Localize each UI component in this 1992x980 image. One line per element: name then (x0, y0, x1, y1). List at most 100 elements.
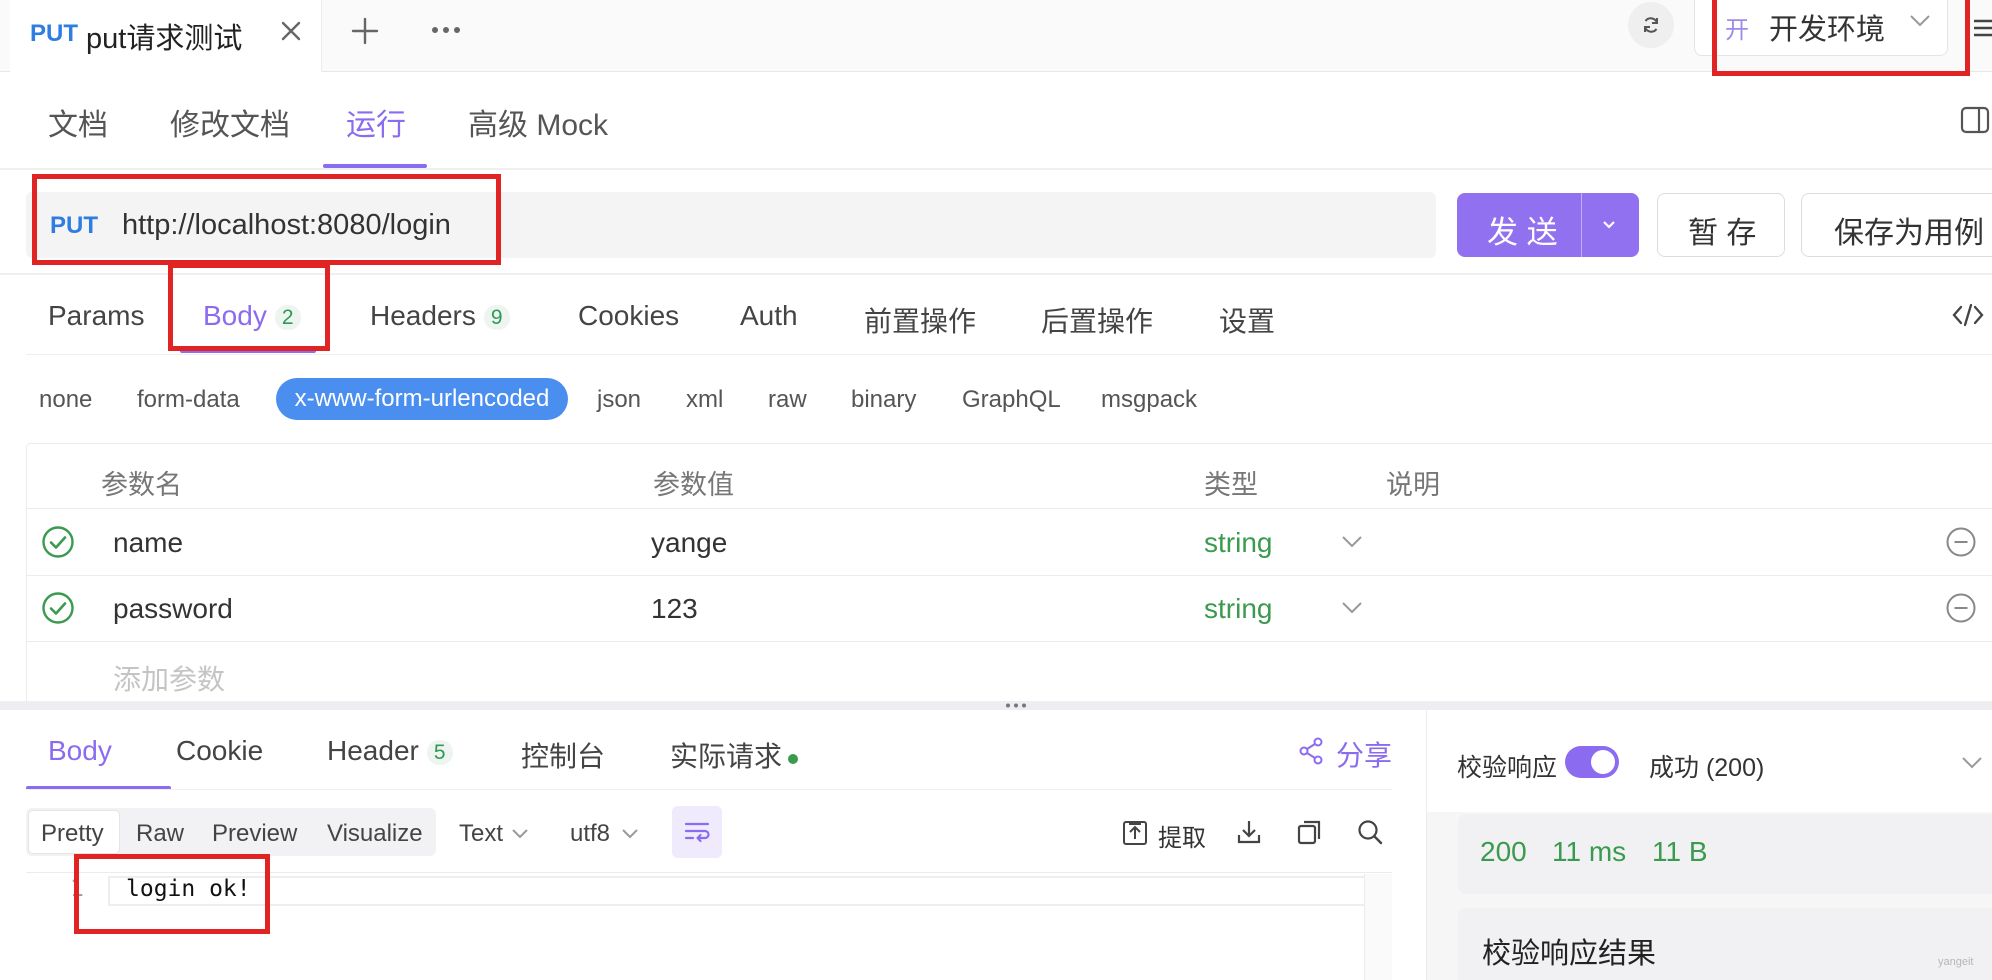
format-value: Text (459, 820, 504, 847)
search-icon[interactable] (1356, 818, 1384, 846)
column-header-name: 参数名 (101, 470, 182, 500)
panel-toggle-icon[interactable] (1960, 106, 1990, 134)
divider (26, 789, 1392, 790)
remove-param-icon[interactable] (1945, 592, 1977, 624)
check-circle-icon[interactable] (41, 525, 75, 559)
copy-icon[interactable] (1296, 818, 1322, 846)
response-tab-cookie[interactable]: Cookie (176, 735, 263, 767)
headers-count-badge: 9 (483, 304, 510, 330)
share-label: 分享 (1336, 740, 1393, 771)
tab-post-operations[interactable]: 后置操作 (1041, 300, 1153, 340)
status-code: 200 (1480, 836, 1527, 867)
check-circle-icon[interactable] (41, 591, 75, 625)
param-name[interactable]: password (113, 593, 233, 625)
body-type-binary[interactable]: binary (851, 386, 916, 414)
chevron-down-icon[interactable] (1341, 601, 1363, 615)
body-type-json[interactable]: json (597, 386, 641, 414)
encoding-select[interactable]: utf8 (570, 816, 646, 850)
view-mode-pretty[interactable]: Pretty (41, 820, 104, 848)
column-header-type: 类型 (1204, 470, 1258, 500)
chevron-down-icon[interactable] (1341, 535, 1363, 549)
validation-header: 校验响应 成功 (200) (1427, 710, 1992, 812)
tab-settings[interactable]: 设置 (1219, 300, 1275, 340)
save-as-case-button[interactable]: 保存为用例 (1801, 193, 1992, 257)
body-type-xml[interactable]: xml (686, 386, 723, 414)
body-type-raw[interactable]: raw (768, 386, 807, 414)
param-type[interactable]: string (1204, 527, 1272, 559)
body-type-x-www-form-urlencoded[interactable]: x-www-form-urlencoded (276, 378, 568, 420)
response-tab-header-label: Header (327, 735, 419, 766)
row-divider (27, 641, 1992, 642)
tab-edit-docs[interactable]: 修改文档 (170, 100, 290, 144)
toggle-knob (1591, 750, 1615, 774)
tab-pre-operations[interactable]: 前置操作 (864, 300, 976, 340)
editor-scrollbar[interactable] (1364, 874, 1392, 980)
save-button[interactable]: 暂 存 (1657, 193, 1785, 257)
share-button[interactable]: 分享 (1298, 734, 1398, 771)
body-type-graphql[interactable]: GraphQL (962, 386, 1061, 414)
menu-icon[interactable] (1970, 16, 1992, 40)
chevron-down-icon[interactable] (1961, 756, 1983, 770)
share-icon (1298, 737, 1324, 765)
send-button[interactable]: 发 送 (1457, 193, 1639, 257)
validation-result[interactable]: 成功 (200) (1649, 748, 1764, 784)
annotation-box-environment (1712, 0, 1970, 76)
body-type-form-data[interactable]: form-data (137, 386, 240, 414)
extract-button[interactable]: 提取 (1122, 816, 1208, 852)
code-icon[interactable] (1952, 302, 1984, 328)
remove-param-icon[interactable] (1945, 526, 1977, 558)
table-row: password 123 string (27, 576, 1992, 642)
wrap-lines-icon[interactable] (672, 806, 722, 858)
watermark: yangeit (1938, 956, 1974, 968)
param-name[interactable]: name (113, 527, 183, 559)
param-value[interactable]: yange (651, 527, 727, 559)
save-button-label: 暂 存 (1688, 217, 1757, 250)
param-value[interactable]: 123 (651, 593, 698, 625)
download-icon[interactable] (1236, 818, 1262, 846)
resize-handle[interactable] (0, 701, 1992, 710)
tab-auth[interactable]: Auth (740, 300, 798, 332)
view-mode-preview[interactable]: Preview (212, 820, 297, 848)
tab-run[interactable]: 运行 (346, 100, 406, 144)
tab-headers[interactable]: Headers 9 (370, 300, 510, 332)
column-header-value: 参数值 (653, 470, 734, 500)
tab-cookies[interactable]: Cookies (578, 300, 679, 332)
response-tab-console[interactable]: 控制台 (521, 735, 605, 775)
annotation-box-response (74, 854, 270, 934)
request-tab[interactable]: PUT put请求测试 (10, 0, 322, 72)
header-count-badge: 5 (426, 739, 453, 765)
tab-headers-label: Headers (370, 300, 476, 331)
request-tab-method: PUT (30, 20, 78, 47)
validation-toggle[interactable] (1565, 746, 1619, 778)
response-tab-actual-request[interactable]: 实际请求 (670, 735, 799, 775)
view-mode-visualize[interactable]: Visualize (327, 820, 423, 848)
response-size: 11 B (1652, 836, 1708, 867)
body-type-none[interactable]: none (39, 386, 92, 414)
param-type[interactable]: string (1204, 593, 1272, 625)
divider (26, 354, 1992, 355)
view-mode-raw[interactable]: Raw (136, 820, 184, 848)
divider (0, 168, 1992, 170)
response-time: 11 ms (1552, 836, 1627, 867)
drag-handle-icon[interactable] (1004, 701, 1028, 710)
table-row: name yange string (27, 509, 1992, 575)
send-divider (1581, 193, 1582, 257)
add-param-placeholder[interactable]: 添加参数 (113, 658, 225, 698)
more-tabs-icon[interactable] (430, 18, 462, 42)
tab-advanced-mock[interactable]: 高级 Mock (468, 100, 608, 144)
chevron-down-icon (621, 828, 639, 840)
send-options-chevron-icon[interactable] (1601, 219, 1617, 231)
tab-params[interactable]: Params (48, 300, 144, 332)
response-stats: 200 11 ms 11 B (1458, 814, 1992, 894)
chevron-down-icon (511, 828, 529, 840)
annotation-box-url (32, 174, 501, 265)
format-select[interactable]: Text (459, 816, 535, 850)
response-tab-body[interactable]: Body (48, 735, 112, 767)
tab-docs[interactable]: 文档 (48, 100, 108, 144)
close-tab-icon[interactable] (278, 18, 304, 44)
response-tab-header[interactable]: Header 5 (327, 735, 453, 767)
new-tab-icon[interactable] (350, 16, 380, 46)
status-dot (788, 753, 799, 764)
refresh-icon[interactable] (1628, 2, 1674, 48)
body-type-msgpack[interactable]: msgpack (1101, 386, 1197, 414)
